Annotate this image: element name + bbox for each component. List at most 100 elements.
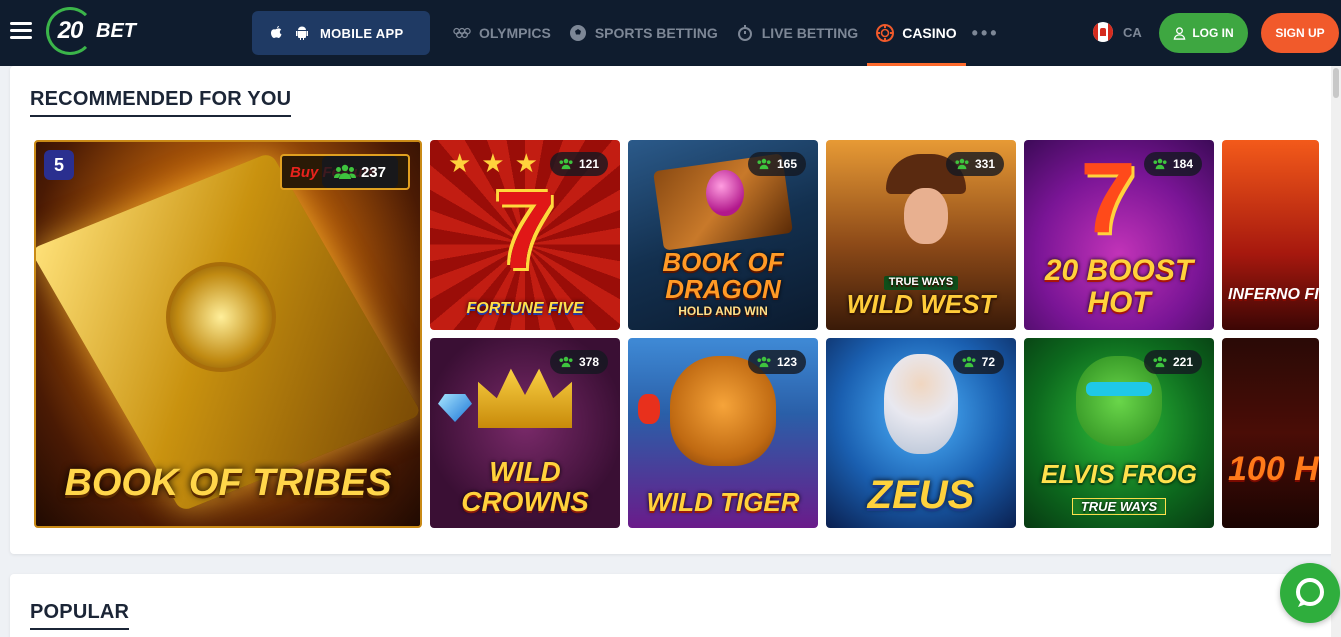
players-icon: [1153, 158, 1167, 170]
logo-text: BET: [96, 19, 136, 42]
player-count: 184: [1172, 157, 1193, 171]
lantern-art: [638, 394, 660, 424]
bonus-level-number: 5: [53, 154, 64, 175]
game-title: FORTUNE FIVE: [466, 300, 584, 318]
site-logo[interactable]: 20 BET: [46, 7, 136, 55]
signup-label: SIGN UP: [1275, 26, 1325, 40]
players-icon: [955, 158, 969, 170]
player-count-badge: 221: [1143, 350, 1202, 374]
player-count-badge: 331: [945, 152, 1004, 176]
game-tile-book-of-tribes[interactable]: 5 Buy Feature 237 BOOK OF TRIBES: [34, 140, 422, 528]
player-count: 331: [974, 157, 995, 171]
game-subtitle: TRUE WAYS: [1071, 497, 1167, 516]
lucky-seven-art: 7: [1080, 142, 1136, 254]
mobile-app-button[interactable]: MOBILE APP: [252, 11, 430, 55]
zeus-art: [884, 354, 958, 454]
game-title: WILD CROWNS: [461, 456, 589, 517]
player-count: 237: [360, 163, 386, 181]
lucky-seven-art: 7: [494, 169, 556, 292]
game-title: BOOK OF TRIBES: [64, 462, 392, 505]
nav-sports-betting-label: SPORTS BETTING: [594, 25, 718, 41]
game-tile-elvis-frog[interactable]: 221 ELVIS FROG TRUE WAYS: [1024, 338, 1214, 528]
players-icon: [1153, 356, 1167, 368]
locale-label: CA: [1123, 24, 1142, 40]
game-title: BOOK OF DRAGON: [662, 246, 784, 305]
live-chat-button[interactable]: [1280, 563, 1340, 623]
game-tile-boost-hot[interactable]: 7 184 20 BOOST HOT: [1024, 140, 1214, 330]
game-tile-zeus[interactable]: 72 ZEUS: [826, 338, 1016, 528]
page-scrollbar[interactable]: [1331, 66, 1341, 637]
players-icon: [559, 356, 573, 368]
user-icon: [1173, 26, 1186, 40]
more-menu-icon[interactable]: •••: [966, 23, 1000, 44]
game-title: 20 BOOST HOT: [1044, 254, 1194, 319]
signup-button[interactable]: SIGN UP: [1261, 13, 1339, 53]
main-nav: OLYMPICS SPORTS BETTING LIVE BETTING CAS…: [444, 0, 1000, 66]
players-icon: [757, 356, 771, 368]
game-tile-book-of-dragon[interactable]: 165 BOOK OF DRAGON HOLD AND WIN: [628, 140, 818, 330]
dragon-egg-art: [706, 170, 744, 216]
cowgirl-face-art: [904, 188, 948, 244]
player-count-badge: 184: [1143, 152, 1202, 176]
android-icon: [296, 26, 308, 40]
game-title: WILD TIGER: [646, 486, 800, 517]
menu-icon[interactable]: [10, 22, 32, 40]
player-count-badge: 165: [747, 152, 806, 176]
game-title: ELVIS FROG: [1040, 459, 1198, 490]
soccer-ball-icon: [569, 25, 586, 41]
game-tile-fortune-five[interactable]: 7 ★★★ 121 FORTUNE FIVE: [430, 140, 620, 330]
bonus-level-badge: 5: [44, 150, 74, 180]
login-button[interactable]: LOG IN: [1159, 13, 1248, 53]
sunglasses-art: [1086, 382, 1152, 396]
nav-casino[interactable]: CASINO: [867, 0, 967, 66]
player-count-badge: 237: [321, 156, 398, 188]
canada-flag-icon: [1093, 22, 1113, 42]
scrollbar-thumb[interactable]: [1333, 68, 1339, 98]
player-count: 123: [776, 355, 797, 369]
game-tile-wild-crowns[interactable]: 378 WILD CROWNS: [430, 338, 620, 528]
game-subtitle: HOLD AND WIN: [678, 304, 768, 319]
logo-mark: 20: [46, 7, 94, 55]
diamond-art: [438, 394, 472, 422]
player-count: 165: [776, 157, 797, 171]
player-count: 72: [981, 355, 995, 369]
players-icon: [962, 356, 976, 368]
locale-selector[interactable]: CA: [1093, 22, 1142, 42]
player-count-badge: 121: [549, 152, 608, 176]
game-tile-hot-slots[interactable]: 100 HOT SLOTS: [1222, 338, 1319, 528]
nav-live-betting[interactable]: LIVE BETTING: [727, 0, 867, 66]
player-count-badge: 378: [549, 350, 608, 374]
game-title: 100 HOT SLOTS: [1228, 450, 1319, 489]
aztec-medallion-art: [166, 262, 276, 372]
nav-olympics-label: OLYMPICS: [479, 25, 551, 41]
game-title: ZEUS: [867, 473, 975, 517]
stopwatch-icon: [737, 25, 752, 41]
casino-chip-icon: [876, 24, 895, 42]
game-tile-wild-tiger[interactable]: 123 WILD TIGER: [628, 338, 818, 528]
game-title: INFERNO FIREBALL: [1228, 286, 1319, 304]
players-icon: [333, 164, 356, 179]
nav-casino-label: CASINO: [902, 25, 957, 41]
apple-icon: [271, 26, 282, 38]
top-navigation-bar: 20 BET MOBILE APP OLYMPICS SPORTS BETTIN…: [0, 0, 1341, 66]
nav-live-betting-label: LIVE BETTING: [761, 25, 859, 41]
nav-olympics[interactable]: OLYMPICS: [444, 0, 560, 66]
popular-section: POPULAR: [10, 574, 1341, 637]
section-title-recommended: RECOMMENDED FOR YOU: [30, 88, 292, 117]
nav-sports-betting[interactable]: SPORTS BETTING: [560, 0, 727, 66]
player-count: 378: [578, 355, 599, 369]
player-count-badge: 123: [747, 350, 806, 374]
player-count: 121: [578, 157, 599, 171]
game-subtitle: TRUE WAYS: [883, 276, 959, 290]
mobile-app-label: MOBILE APP: [320, 25, 404, 41]
game-title: WILD WEST: [846, 288, 996, 319]
player-count-badge: 72: [952, 350, 1004, 374]
login-label: LOG IN: [1192, 26, 1234, 40]
player-count: 221: [1172, 355, 1193, 369]
game-tile-inferno-fireball[interactable]: INFERNO FIREBALL: [1222, 140, 1319, 330]
olympic-rings-icon: [453, 27, 471, 39]
section-title-popular: POPULAR: [30, 601, 130, 630]
players-icon: [559, 158, 573, 170]
game-tile-wild-west[interactable]: 331 TRUE WAYS WILD WEST: [826, 140, 1016, 330]
logo-number: 20: [57, 17, 84, 44]
